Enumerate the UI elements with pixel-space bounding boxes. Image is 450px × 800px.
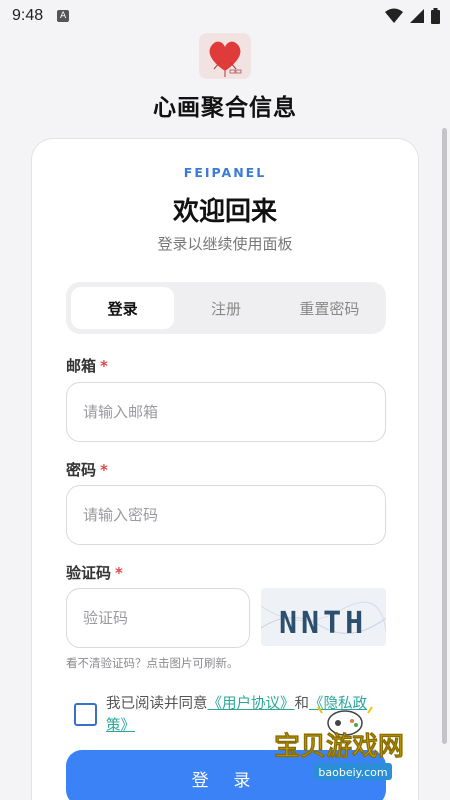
email-input[interactable] <box>66 382 386 442</box>
tab-login[interactable]: 登录 <box>71 287 175 329</box>
watermark-logo: 宝贝游戏网 baobeiy.com <box>270 705 440 785</box>
scrollbar[interactable] <box>442 128 447 744</box>
login-card: FEIPANEL 欢迎回来 登录以继续使用面板 登录 注册 重置密码 邮箱* 密… <box>31 138 419 800</box>
email-label: 邮箱 * <box>66 355 108 376</box>
agreement-checkbox[interactable] <box>74 703 97 726</box>
agreement-prefix: 我已阅读并同意 <box>106 696 208 712</box>
status-icons <box>385 8 440 24</box>
status-time: 9:48 <box>12 7 44 24</box>
wifi-icon <box>385 8 403 23</box>
required-mark: * <box>115 564 123 582</box>
required-mark: * <box>100 461 108 479</box>
tab-reset-password[interactable]: 重置密码 <box>278 287 381 329</box>
signal-icon <box>410 9 424 23</box>
captcha-image[interactable]: NNTH <box>261 588 386 646</box>
app-logo <box>199 33 251 79</box>
welcome-heading: 欢迎回来 <box>172 197 277 227</box>
brand-label: FEIPANEL <box>183 165 267 180</box>
tab-register[interactable]: 注册 <box>174 287 277 329</box>
captcha-label: 验证码 * <box>66 562 123 583</box>
captcha-label-text: 验证码 <box>66 564 112 582</box>
captcha-hint: 看不清验证码？点击图片可刷新。 <box>66 656 239 670</box>
password-label: 密码 * <box>66 459 108 480</box>
watermark-text: 宝贝游戏网 <box>274 731 404 762</box>
watermark-url: baobeiy.com <box>318 766 387 779</box>
notification-icon: A <box>57 10 70 22</box>
captcha-text: NNTH <box>279 606 367 641</box>
auth-tabs: 登录 注册 重置密码 <box>66 282 386 334</box>
app-title: 心画聚合信息 <box>153 95 297 121</box>
subtitle: 登录以继续使用面板 <box>157 235 293 253</box>
password-input[interactable] <box>66 485 386 545</box>
privacy-policy-text-2: 策》 <box>106 718 135 734</box>
email-label-text: 邮箱 <box>66 357 97 375</box>
required-mark: * <box>100 357 108 375</box>
status-bar: 9:48 A <box>0 0 450 32</box>
password-label-text: 密码 <box>66 461 97 479</box>
captcha-input[interactable] <box>66 588 250 648</box>
battery-icon <box>431 8 440 24</box>
